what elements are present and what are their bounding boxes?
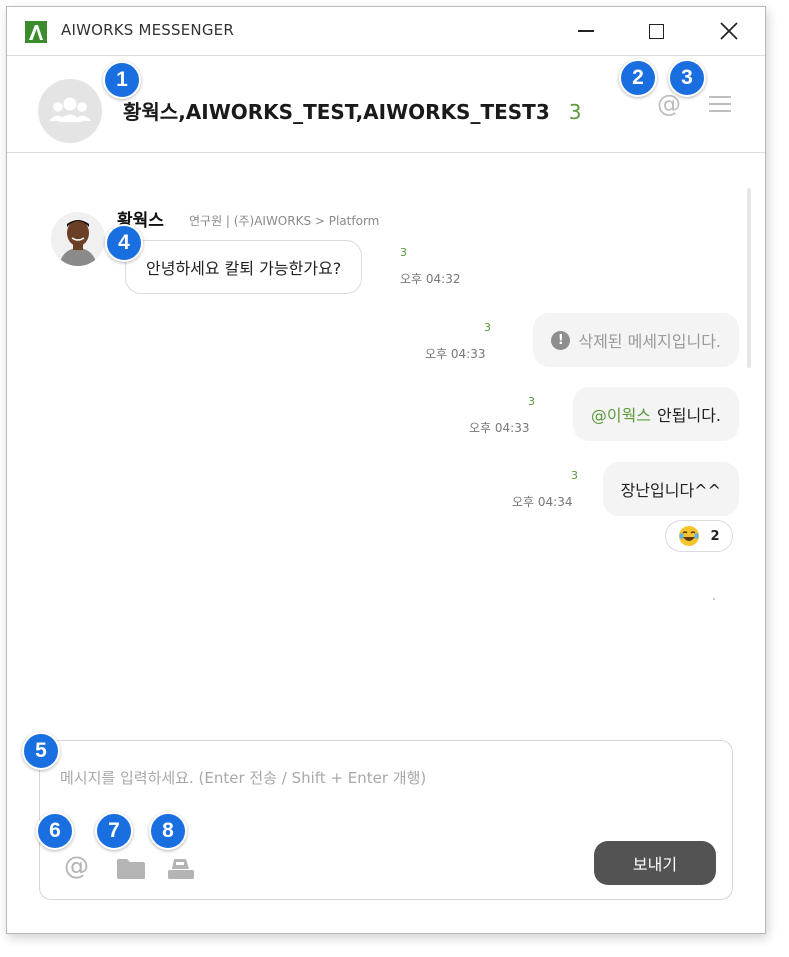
minimize-icon: [578, 30, 594, 32]
message-text: 삭제된 메세지입니다.: [578, 332, 721, 351]
send-label: 보내기: [632, 855, 678, 874]
unread-count: 3: [528, 395, 535, 408]
minimize-button[interactable]: [563, 13, 609, 49]
message-text: 장난입니다^^: [620, 481, 721, 500]
unread-count: 3: [484, 321, 491, 334]
exclamation-icon: !: [551, 330, 571, 350]
callout-5: 5: [22, 732, 60, 770]
message-input[interactable]: 메시지를 입력하세요. (Enter 전송 / Shift + Enter 개행…: [60, 767, 426, 788]
mention-tool-button[interactable]: @: [64, 851, 89, 880]
unread-count: 3: [400, 246, 407, 259]
messenger-window: AIWORKS MESSENGER 황웍스,AIWORKS_TEST,AIWOR…: [6, 6, 766, 934]
callout-6: 6: [36, 812, 74, 850]
app-title: AIWORKS MESSENGER: [61, 21, 234, 39]
callout-1: 1: [103, 61, 141, 99]
sender-avatar[interactable]: [51, 212, 105, 266]
message-text: 안됩니다.: [657, 406, 721, 425]
menu-icon-line: [709, 110, 731, 113]
message-bubble-mention[interactable]: @이웍스 안됩니다.: [572, 387, 739, 441]
menu-icon: [709, 96, 731, 99]
app-logo-icon: [25, 21, 47, 43]
callout-8: 8: [149, 812, 187, 850]
message-composer[interactable]: 메시지를 입력하세요. (Enter 전송 / Shift + Enter 개행…: [39, 740, 733, 900]
callout-4: 4: [105, 224, 143, 262]
send-button[interactable]: 보내기: [594, 841, 716, 885]
capture-button[interactable]: [166, 855, 196, 881]
reaction-chip[interactable]: 2: [665, 520, 733, 552]
menu-button[interactable]: [709, 96, 731, 113]
callout-2: 2: [619, 59, 657, 97]
room-title: 황웍스,AIWORKS_TEST,AIWORKS_TEST3 3: [123, 96, 581, 125]
callout-3: 3: [668, 59, 706, 97]
title-bar: AIWORKS MESSENGER: [7, 7, 765, 55]
unread-count: 3: [571, 469, 578, 482]
message-time: 오후 04:32: [400, 272, 461, 286]
menu-icon-line: [709, 103, 731, 106]
capture-icon: [168, 859, 194, 879]
sender-info: 연구원 | (주)AIWORKS > Platform: [189, 214, 380, 228]
divider-dot: [713, 598, 715, 600]
callout-7: 7: [95, 812, 133, 850]
laughing-tears-emoji-icon: [679, 526, 700, 546]
close-icon: [720, 22, 738, 40]
message-bubble-deleted[interactable]: ! 삭제된 메세지입니다.: [533, 313, 739, 367]
folder-icon: [117, 859, 145, 879]
maximize-icon: [648, 23, 664, 39]
close-button[interactable]: [706, 13, 752, 49]
message-time: 오후 04:34: [512, 495, 573, 509]
scrollbar[interactable]: [747, 188, 751, 368]
group-icon: [49, 97, 91, 122]
message-time: 오후 04:33: [425, 347, 486, 361]
member-count[interactable]: 3: [569, 100, 582, 124]
message-bubble-incoming[interactable]: 안녕하세요 칼퇴 가능한가요?: [125, 240, 363, 294]
reaction-count: 2: [710, 528, 720, 544]
attach-file-button[interactable]: [116, 858, 146, 880]
message-time: 오후 04:33: [469, 421, 530, 435]
group-avatar[interactable]: [38, 79, 102, 143]
at-icon: @: [64, 851, 89, 880]
room-name: 황웍스,AIWORKS_TEST,AIWORKS_TEST3: [123, 100, 550, 124]
avatar-photo: [51, 212, 105, 266]
mention-tag[interactable]: @이웍스: [591, 402, 651, 426]
message-text: 안녕하세요 칼퇴 가능한가요?: [146, 259, 342, 278]
maximize-button[interactable]: [633, 13, 679, 49]
message-bubble-text[interactable]: 장난입니다^^: [602, 462, 739, 516]
